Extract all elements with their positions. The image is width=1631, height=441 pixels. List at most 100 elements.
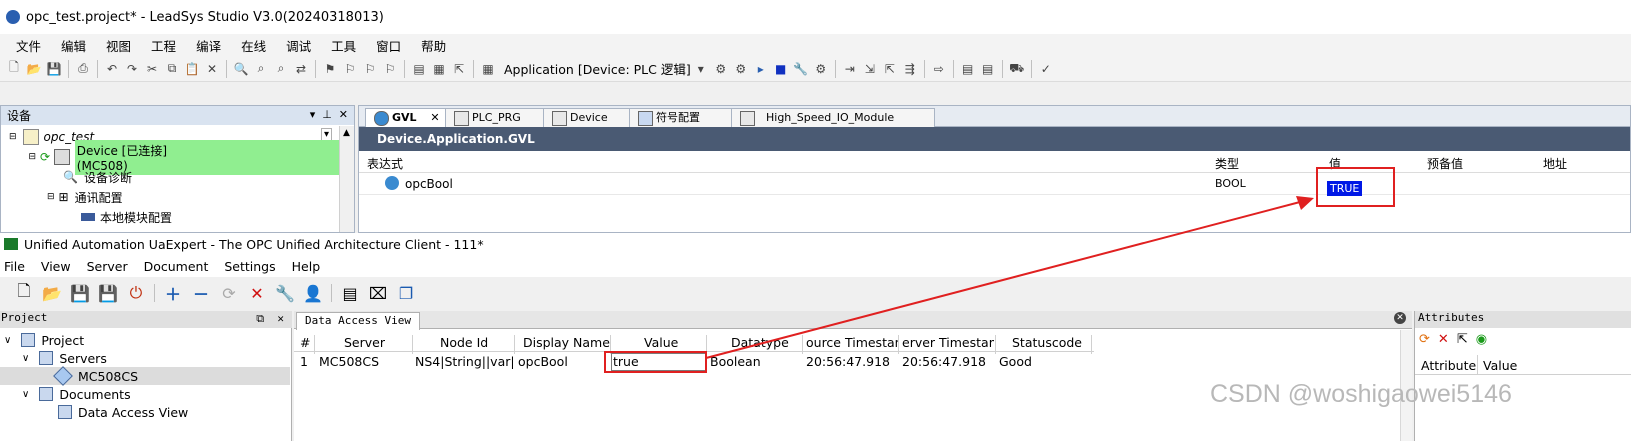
paste-icon[interactable]: 📋 — [184, 61, 200, 77]
tab-data-access-view[interactable]: Data Access View — [296, 312, 420, 330]
tree-item-documents[interactable]: ∨ Documents — [0, 385, 290, 403]
menu-window[interactable]: 窗口 — [376, 36, 401, 55]
run-icon[interactable]: ▸ — [753, 61, 769, 77]
col-datatype[interactable]: Datatype — [731, 335, 789, 350]
step-into-icon[interactable]: ⇲ — [862, 61, 878, 77]
col-prepared-value[interactable]: 预备值 — [1427, 155, 1463, 172]
add-server-icon[interactable]: ＋ — [162, 282, 184, 304]
col-display-name[interactable]: Display Name — [523, 335, 610, 350]
tree-item-diagnostics[interactable]: 🔍 设备诊断 — [1, 167, 341, 187]
find-next-icon[interactable]: ⌕ — [273, 61, 289, 77]
save-project-icon[interactable]: 💾 — [69, 282, 91, 304]
menu-file[interactable]: 文件 — [16, 36, 41, 55]
stop-icon[interactable]: ■ — [773, 61, 789, 77]
menu-edit[interactable]: 编辑 — [61, 36, 86, 55]
undo-icon[interactable]: ↶ — [104, 61, 120, 77]
menu-build[interactable]: 编译 — [196, 36, 221, 55]
menu-settings[interactable]: Settings — [224, 259, 275, 274]
cursor-icon[interactable]: ⇱ — [1457, 332, 1468, 347]
menu-file[interactable]: File — [4, 259, 25, 274]
find-replace-icon[interactable]: ⌕ — [253, 61, 269, 77]
open-project-icon[interactable]: 📂 — [41, 282, 63, 304]
clear-icon[interactable]: ⌧ — [367, 282, 389, 304]
calendar-icon[interactable]: ▦ — [480, 61, 496, 77]
close-icon[interactable]: ✕ — [1394, 312, 1406, 324]
disconnect-icon[interactable]: ✕ — [246, 282, 268, 304]
col-address[interactable]: 地址 — [1543, 155, 1567, 172]
tree-item-data-access-view[interactable]: Data Access View — [0, 403, 290, 421]
check-icon[interactable]: ✓ — [1038, 61, 1054, 77]
unforce-values-icon[interactable]: ▤ — [980, 61, 996, 77]
panel-controls[interactable]: ⧉ ✕ — [256, 312, 284, 326]
new-project-icon[interactable]: 🗋 — [13, 281, 35, 304]
vertical-scrollbar[interactable]: ▲ — [339, 126, 354, 232]
chevron-down-icon[interactable]: ∨ — [4, 335, 11, 346]
tree-item-device[interactable]: ⊟ ⟳ Device [已连接] (MC508) — [1, 139, 339, 175]
collapse-icon[interactable]: ⊟ — [47, 192, 55, 202]
remove-server-icon[interactable]: － — [190, 282, 212, 304]
tree-item-local-module[interactable]: 本地模块配置 — [1, 207, 341, 227]
export-icon[interactable]: ⇱ — [451, 61, 467, 77]
bookmark-icon[interactable]: ⚑ — [322, 61, 338, 77]
step-over-icon[interactable]: ⇥ — [842, 61, 858, 77]
col-node-id[interactable]: Node Id — [440, 335, 488, 350]
menu-help[interactable]: Help — [292, 259, 321, 274]
menu-debug[interactable]: 调试 — [286, 36, 311, 55]
save-icon[interactable]: 💾 — [46, 61, 62, 77]
col-attribute[interactable]: Attribute — [1421, 358, 1476, 373]
cut-icon[interactable]: ✂ — [144, 61, 160, 77]
delete-icon[interactable]: ✕ — [1438, 332, 1449, 347]
col-server-timestamp[interactable]: erver Timestam — [902, 335, 994, 350]
run-to-cursor-icon[interactable]: ⇶ — [902, 61, 918, 77]
compile-icon[interactable]: ▤ — [411, 61, 427, 77]
reset-icon[interactable]: 🔧 — [793, 61, 809, 77]
login-icon[interactable]: ⚙ — [713, 61, 729, 77]
chevron-down-icon[interactable]: ▾ — [693, 61, 709, 77]
bookmark-clear-icon[interactable]: ⚐ — [382, 61, 398, 77]
watch-row[interactable]: opcBool BOOL TRUE — [359, 173, 1630, 196]
menu-tools[interactable]: 工具 — [331, 36, 356, 55]
replace-icon[interactable]: ⇄ — [293, 61, 309, 77]
menu-view[interactable]: View — [41, 259, 71, 274]
tree-item-server-mc508cs[interactable]: MC508CS — [0, 366, 290, 386]
find-icon[interactable]: 🔍 — [233, 61, 249, 77]
menu-document[interactable]: Document — [144, 259, 209, 274]
connect-icon[interactable]: ⟳ — [218, 282, 240, 304]
new-file-icon[interactable]: 🗋 — [6, 60, 22, 77]
col-statuscode[interactable]: Statuscode — [1012, 335, 1082, 350]
step-out-icon[interactable]: ⇱ — [882, 61, 898, 77]
cart-icon[interactable]: ⛟ — [1009, 61, 1025, 77]
logout-icon[interactable]: ⚙ — [733, 61, 749, 77]
monitor-icon[interactable]: ◉ — [1476, 332, 1487, 347]
refresh-icon[interactable]: ⟳ — [1419, 332, 1430, 347]
scroll-up-icon[interactable]: ▲ — [343, 128, 350, 138]
menu-help[interactable]: 帮助 — [421, 36, 446, 55]
open-folder-icon[interactable]: 📂 — [26, 61, 42, 77]
menu-project[interactable]: 工程 — [151, 36, 176, 55]
print-icon[interactable]: ⎙ — [75, 61, 91, 77]
tree-item-communication[interactable]: ⊟ ⊞ 通讯配置 — [1, 187, 341, 207]
bookmark-next-icon[interactable]: ⚐ — [362, 61, 378, 77]
col-server[interactable]: Server — [344, 335, 385, 350]
tree-item-servers[interactable]: ∨ Servers — [0, 349, 290, 367]
tab-high-speed-io[interactable]: High_Speed_IO_Module — [731, 108, 935, 128]
tree-item-project[interactable]: ∨ Project — [0, 331, 290, 349]
close-icon[interactable]: ✕ — [430, 111, 439, 124]
redo-icon[interactable]: ↷ — [124, 61, 140, 77]
collapse-icon[interactable]: ⊟ — [9, 132, 17, 142]
add-object-icon[interactable]: ▦ — [431, 61, 447, 77]
delete-icon[interactable]: ✕ — [204, 61, 220, 77]
panel-controls[interactable]: ▾ ⊥ ✕ — [310, 108, 348, 121]
menu-view[interactable]: 视图 — [106, 36, 131, 55]
menu-online[interactable]: 在线 — [241, 36, 266, 55]
log-icon[interactable]: ▤ — [339, 282, 361, 304]
settings-wrench-icon[interactable]: 🔧 — [274, 282, 296, 304]
col-type[interactable]: 类型 — [1215, 155, 1239, 172]
settings-icon[interactable]: ⚙ — [813, 61, 829, 77]
window-icon[interactable]: ❐ — [395, 282, 417, 304]
col-value[interactable]: Value — [644, 335, 678, 350]
col-attribute-value[interactable]: Value — [1483, 358, 1517, 373]
menu-server[interactable]: Server — [87, 259, 128, 274]
chevron-down-icon[interactable]: ∨ — [22, 353, 29, 364]
user-icon[interactable]: 👤 — [302, 282, 324, 304]
